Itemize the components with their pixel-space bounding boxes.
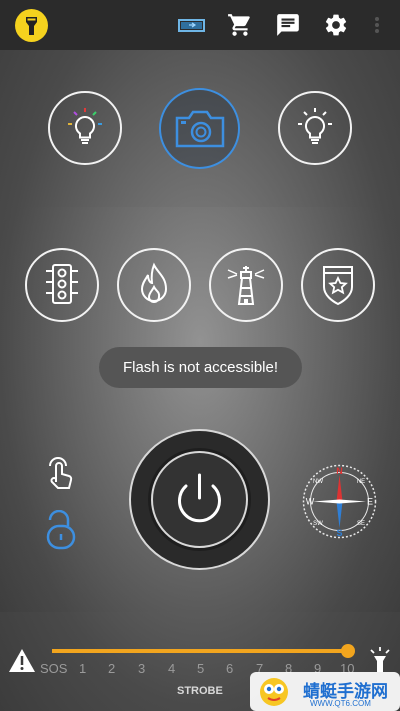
compass-w: W	[306, 497, 315, 507]
slider-label-sos: SOS	[40, 661, 68, 676]
white-light-mode-button[interactable]	[278, 91, 352, 165]
flashlight-logo-icon[interactable]	[15, 9, 48, 42]
slider-label-1: 1	[79, 661, 87, 676]
slider-label-6: 6	[226, 661, 234, 676]
traffic-light-icon	[46, 264, 78, 304]
colored-bulb-icon	[68, 108, 102, 144]
compass-ne: NE	[357, 479, 365, 485]
compass-sw: SW	[313, 521, 323, 527]
strobe-slider-track[interactable]	[52, 649, 349, 653]
compass-n: N	[336, 466, 343, 476]
lighthouse-icon	[227, 266, 265, 305]
camera-mode-button[interactable]	[159, 88, 240, 169]
compass-nw: NW	[313, 479, 323, 485]
police-badge-icon	[323, 266, 353, 306]
bulb-icon	[298, 108, 332, 144]
lighthouse-mode-button[interactable]	[209, 248, 283, 322]
touch-icon[interactable]	[44, 452, 76, 492]
camera-icon	[175, 110, 224, 147]
compass-widget[interactable]: N S E W NE NW SE SW	[301, 463, 378, 540]
battery-icon[interactable]	[178, 12, 205, 38]
compass-se: SE	[357, 521, 365, 527]
police-mode-button[interactable]	[301, 248, 375, 322]
cart-icon[interactable]	[227, 12, 253, 38]
settings-icon[interactable]	[323, 12, 349, 38]
power-icon	[178, 473, 221, 523]
power-button[interactable]	[151, 451, 248, 548]
fire-mode-button[interactable]	[117, 248, 191, 322]
unlock-icon[interactable]	[46, 509, 76, 550]
watermark-url: WWW.QT6.COM	[310, 699, 371, 708]
slider-label-5: 5	[197, 661, 205, 676]
slider-label-2: 2	[108, 661, 116, 676]
app-toolbar	[0, 0, 400, 50]
strobe-slider-thumb[interactable]	[341, 644, 355, 658]
slider-label-4: 4	[168, 661, 176, 676]
traffic-light-mode-button[interactable]	[25, 248, 99, 322]
slider-label-3: 3	[138, 661, 146, 676]
compass-icon: N S E W NE NW SE SW	[302, 464, 377, 539]
color-light-mode-button[interactable]	[48, 91, 122, 165]
strobe-mode-label: STROBE	[177, 685, 223, 697]
warning-icon[interactable]	[8, 648, 36, 674]
flashlight-icon[interactable]	[367, 646, 393, 674]
toast-message: Flash is not accessible!	[99, 347, 302, 388]
fire-icon	[140, 262, 168, 303]
compass-e: E	[367, 497, 373, 507]
message-icon[interactable]	[275, 12, 301, 38]
more-icon[interactable]	[370, 12, 384, 38]
compass-s: S	[336, 528, 342, 538]
